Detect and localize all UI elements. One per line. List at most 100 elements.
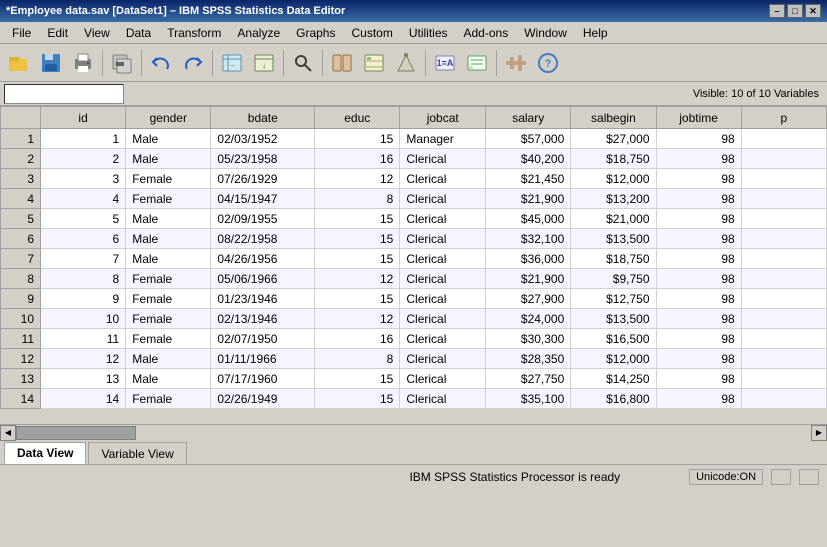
cell-gender[interactable]: Female xyxy=(126,169,211,189)
cell-id[interactable]: 14 xyxy=(41,389,126,409)
cell-jobcat[interactable]: Clerical xyxy=(400,289,486,309)
cell-id[interactable]: 4 xyxy=(41,189,126,209)
col-header-jobcat[interactable]: jobcat xyxy=(400,107,486,129)
cell-salary[interactable]: $21,900 xyxy=(486,189,571,209)
cell-jobcat[interactable]: Clerical xyxy=(400,349,486,369)
cell-jobcat[interactable]: Clerical xyxy=(400,269,486,289)
tab-variable-view[interactable]: Variable View xyxy=(88,442,186,464)
cell-jobcat[interactable]: Clerical xyxy=(400,209,486,229)
cell-id[interactable]: 1 xyxy=(41,129,126,149)
cell-gender[interactable]: Female xyxy=(126,189,211,209)
cell-educ[interactable]: 12 xyxy=(315,269,400,289)
cell-gender[interactable]: Female xyxy=(126,289,211,309)
cell-jobtime[interactable]: 98 xyxy=(656,169,741,189)
cell-salbegin[interactable]: $18,750 xyxy=(571,149,656,169)
help-button[interactable]: ? xyxy=(533,48,563,78)
cell-bdate[interactable]: 07/17/1960 xyxy=(211,369,315,389)
cell-salary[interactable]: $27,900 xyxy=(486,289,571,309)
goto-case-button[interactable]: → xyxy=(217,48,247,78)
redo-button[interactable] xyxy=(178,48,208,78)
col-header-gender[interactable]: gender xyxy=(126,107,211,129)
cell-p[interactable] xyxy=(741,329,826,349)
cell-bdate[interactable]: 04/15/1947 xyxy=(211,189,315,209)
menu-item-help[interactable]: Help xyxy=(575,24,616,42)
cell-p[interactable] xyxy=(741,309,826,329)
cell-bdate[interactable]: 02/13/1946 xyxy=(211,309,315,329)
cell-bdate[interactable]: 02/26/1949 xyxy=(211,389,315,409)
cell-p[interactable] xyxy=(741,269,826,289)
cell-id[interactable]: 6 xyxy=(41,229,126,249)
cell-p[interactable] xyxy=(741,369,826,389)
open-button[interactable] xyxy=(4,48,34,78)
cell-salbegin[interactable]: $16,500 xyxy=(571,329,656,349)
maximize-button[interactable]: □ xyxy=(787,4,803,18)
hscroll-left-btn[interactable]: ◀ xyxy=(0,425,16,441)
cell-jobtime[interactable]: 98 xyxy=(656,229,741,249)
cell-educ[interactable]: 15 xyxy=(315,129,400,149)
cell-bdate[interactable]: 05/23/1958 xyxy=(211,149,315,169)
cell-p[interactable] xyxy=(741,289,826,309)
undo-button[interactable] xyxy=(146,48,176,78)
cell-jobtime[interactable]: 98 xyxy=(656,369,741,389)
menu-item-data[interactable]: Data xyxy=(118,24,159,42)
cell-p[interactable] xyxy=(741,389,826,409)
cell-salbegin[interactable]: $12,750 xyxy=(571,289,656,309)
cell-salary[interactable]: $35,100 xyxy=(486,389,571,409)
cell-gender[interactable]: Female xyxy=(126,389,211,409)
cell-id[interactable]: 13 xyxy=(41,369,126,389)
cell-id[interactable]: 8 xyxy=(41,269,126,289)
cell-reference-input[interactable] xyxy=(4,84,124,104)
cell-salbegin[interactable]: $21,000 xyxy=(571,209,656,229)
cell-id[interactable]: 12 xyxy=(41,349,126,369)
cell-gender[interactable]: Female xyxy=(126,269,211,289)
cell-jobtime[interactable]: 98 xyxy=(656,189,741,209)
cell-p[interactable] xyxy=(741,169,826,189)
cell-id[interactable]: 10 xyxy=(41,309,126,329)
cell-salbegin[interactable]: $18,750 xyxy=(571,249,656,269)
cell-jobtime[interactable]: 98 xyxy=(656,149,741,169)
find-button[interactable] xyxy=(288,48,318,78)
cell-p[interactable] xyxy=(741,349,826,369)
cell-educ[interactable]: 16 xyxy=(315,329,400,349)
tab-data-view[interactable]: Data View xyxy=(4,442,86,464)
cell-jobtime[interactable]: 98 xyxy=(656,309,741,329)
cell-jobtime[interactable]: 98 xyxy=(656,209,741,229)
cell-educ[interactable]: 15 xyxy=(315,369,400,389)
cell-salary[interactable]: $24,000 xyxy=(486,309,571,329)
cell-gender[interactable]: Male xyxy=(126,349,211,369)
col-header-p[interactable]: p xyxy=(741,107,826,129)
cell-jobcat[interactable]: Clerical xyxy=(400,249,486,269)
cell-jobtime[interactable]: 98 xyxy=(656,329,741,349)
cell-salbegin[interactable]: $9,750 xyxy=(571,269,656,289)
menu-item-transform[interactable]: Transform xyxy=(159,24,229,42)
menu-item-add-ons[interactable]: Add-ons xyxy=(456,24,517,42)
cell-educ[interactable]: 12 xyxy=(315,169,400,189)
close-button[interactable]: ✕ xyxy=(805,4,821,18)
cell-educ[interactable]: 8 xyxy=(315,349,400,369)
cell-salbegin[interactable]: $12,000 xyxy=(571,349,656,369)
cell-bdate[interactable]: 08/22/1958 xyxy=(211,229,315,249)
cell-id[interactable]: 2 xyxy=(41,149,126,169)
cell-jobtime[interactable]: 98 xyxy=(656,389,741,409)
cell-gender[interactable]: Male xyxy=(126,229,211,249)
cell-educ[interactable]: 15 xyxy=(315,389,400,409)
hscroll-thumb[interactable] xyxy=(16,426,136,440)
cell-p[interactable] xyxy=(741,229,826,249)
cell-salary[interactable]: $36,000 xyxy=(486,249,571,269)
cell-salary[interactable]: $27,750 xyxy=(486,369,571,389)
cell-gender[interactable]: Male xyxy=(126,369,211,389)
cell-gender[interactable]: Male xyxy=(126,149,211,169)
weight-cases-button[interactable] xyxy=(391,48,421,78)
col-header-bdate[interactable]: bdate xyxy=(211,107,315,129)
cell-gender[interactable]: Female xyxy=(126,309,211,329)
cell-gender[interactable]: Male xyxy=(126,249,211,269)
cell-jobcat[interactable]: Clerical xyxy=(400,369,486,389)
cell-educ[interactable]: 12 xyxy=(315,309,400,329)
cell-salbegin[interactable]: $13,200 xyxy=(571,189,656,209)
cell-jobcat[interactable]: Clerical xyxy=(400,389,486,409)
menu-item-graphs[interactable]: Graphs xyxy=(288,24,343,42)
cell-salary[interactable]: $21,450 xyxy=(486,169,571,189)
cell-bdate[interactable]: 02/03/1952 xyxy=(211,129,315,149)
cell-educ[interactable]: 8 xyxy=(315,189,400,209)
cell-jobcat[interactable]: Clerical xyxy=(400,169,486,189)
